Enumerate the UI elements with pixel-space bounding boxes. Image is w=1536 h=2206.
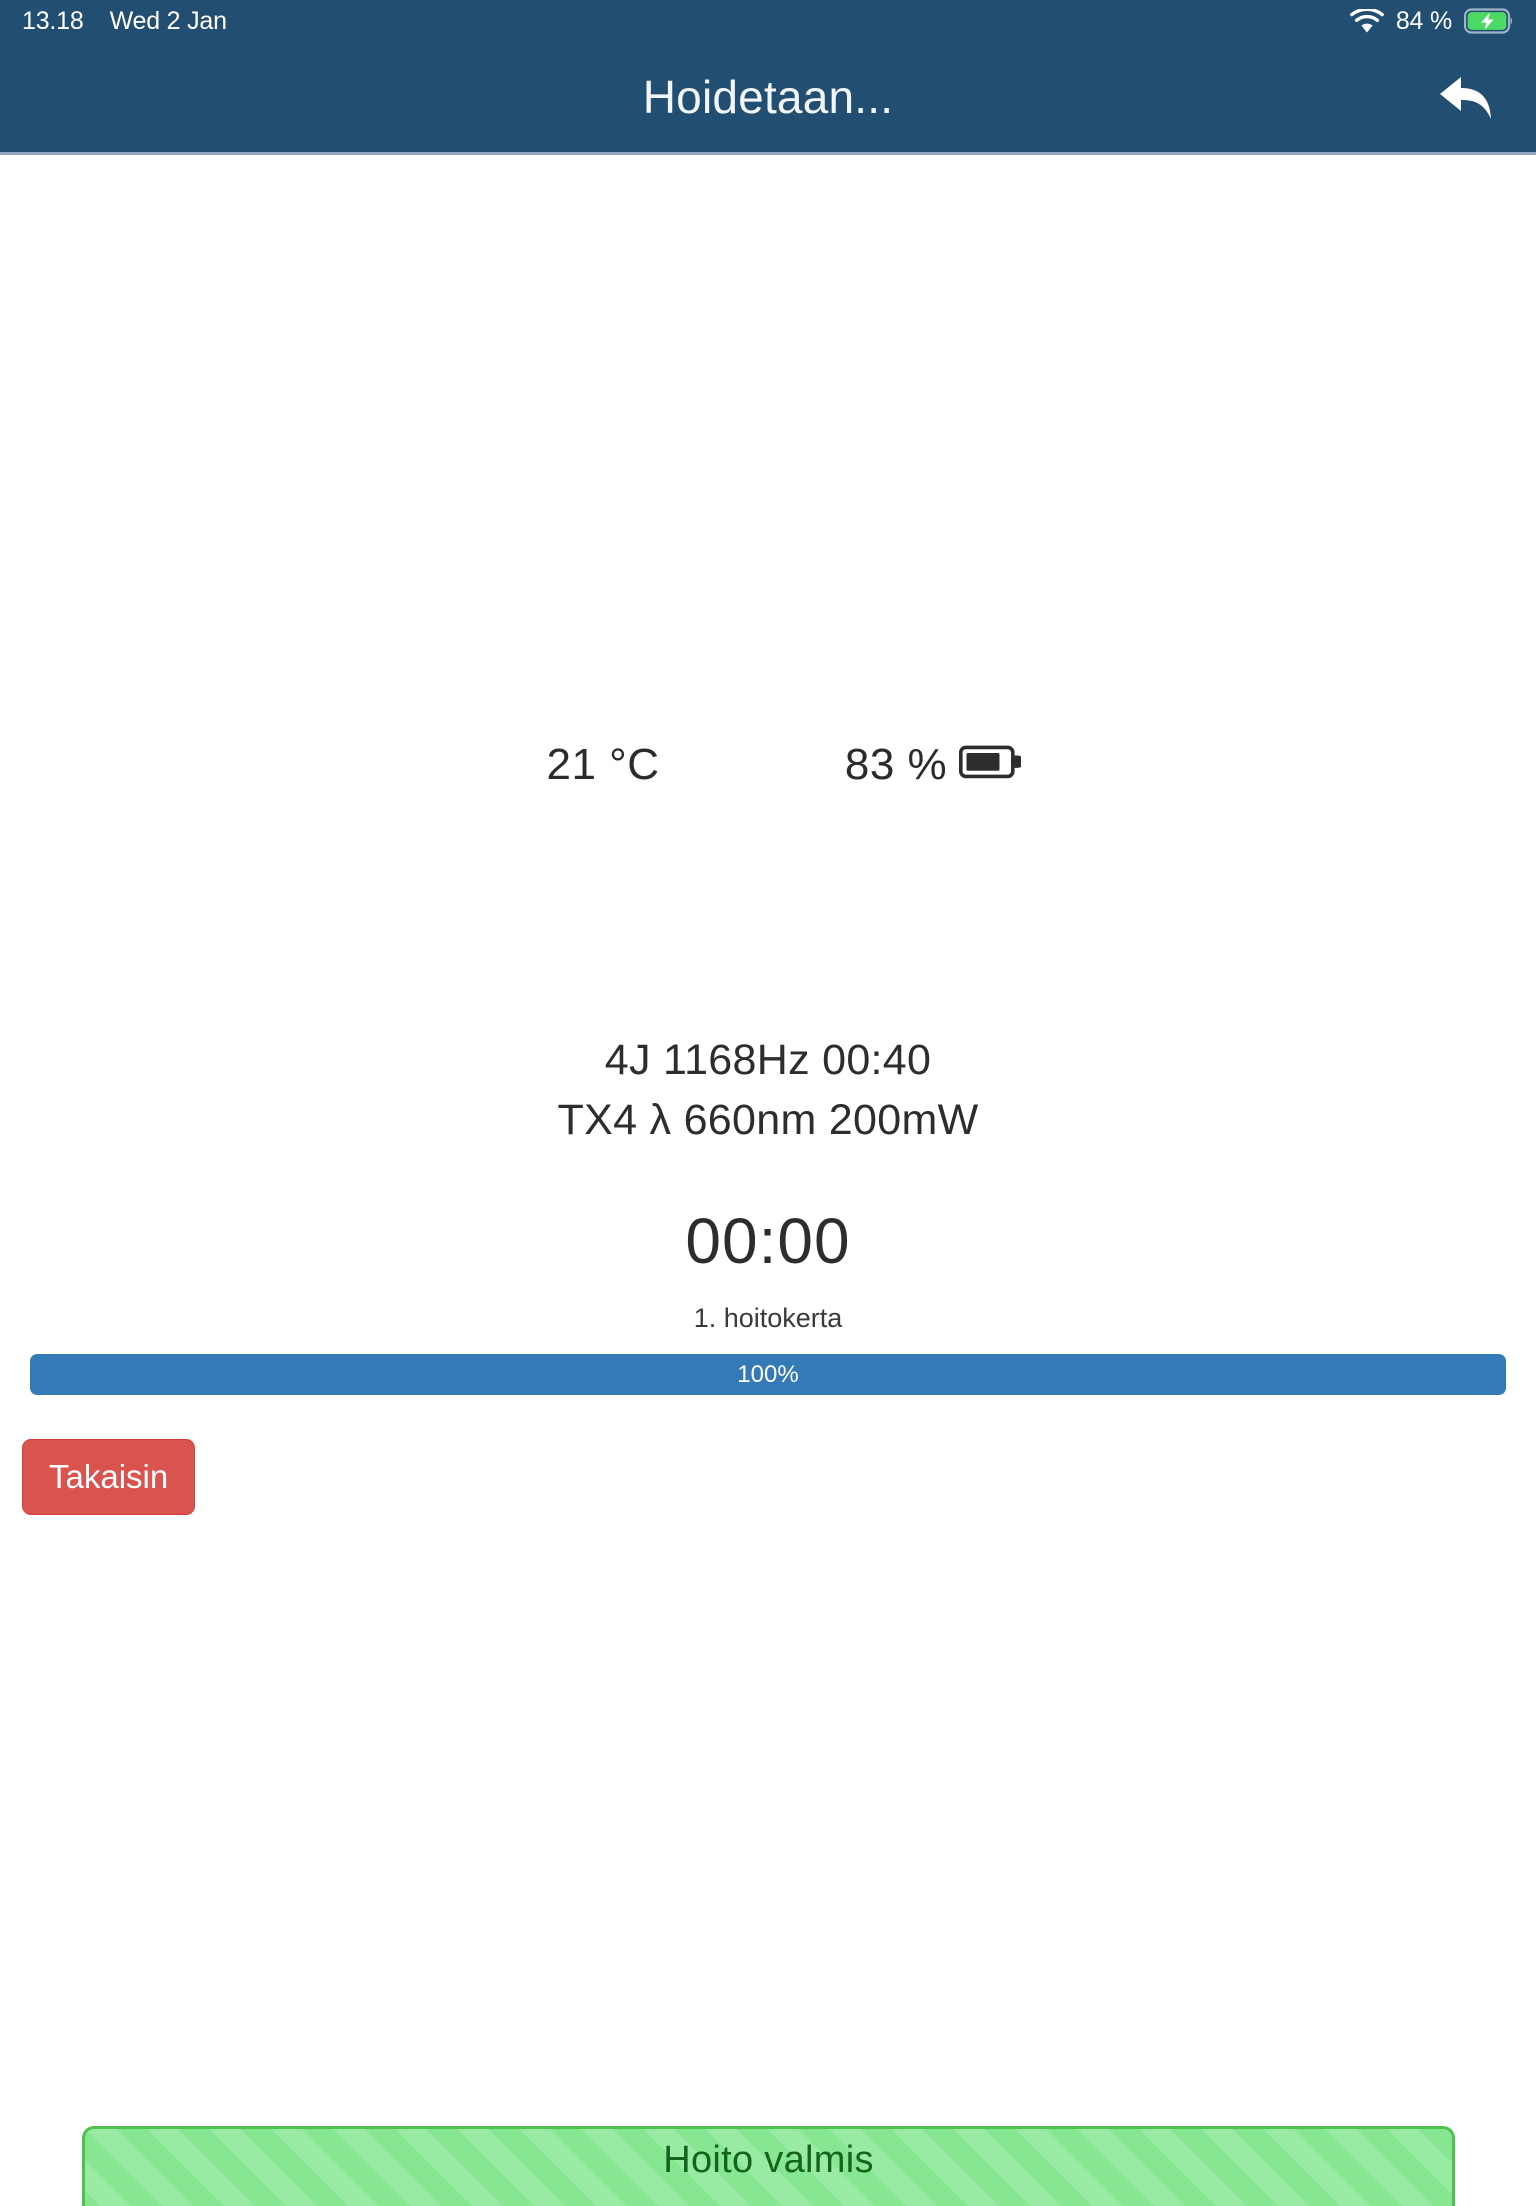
takaisin-button-label: Takaisin — [49, 1458, 169, 1495]
treatment-param-line-2: TX4 λ 660nm 200mW — [557, 1096, 979, 1144]
temperature-readout: 21 °C — [546, 740, 660, 789]
wifi-icon — [1349, 8, 1384, 34]
back-arrow-icon[interactable] — [1426, 61, 1510, 133]
device-battery-readout: 83 % — [768, 740, 1098, 790]
treatment-complete-alert-text: Hoito valmis — [663, 2139, 874, 2181]
progress-bar-label: 100% — [737, 1360, 799, 1388]
status-bar-date: Wed 2 Jan — [109, 6, 227, 35]
readouts-row: 21 °C 83 % — [0, 740, 1536, 790]
treatment-progress-bar: 100% — [30, 1354, 1506, 1395]
status-bar-time: 13.18 — [22, 6, 84, 35]
treatment-timer: 00:00 — [685, 1205, 851, 1277]
treatment-parameters: 4J 1168Hz 00:40 TX4 λ 660nm 200mW — [0, 1030, 1536, 1150]
device-battery-percent: 83 % — [844, 740, 948, 789]
main-content: 21 °C 83 % 4J 1168Hz 00:40 TX4 λ 660nm 2… — [0, 158, 1536, 2206]
battery-charging-icon — [1464, 8, 1514, 34]
status-bar-right: 84 % — [1349, 6, 1514, 36]
treatment-param-line-1: 4J 1168Hz 00:40 — [604, 1036, 932, 1084]
page-title: Hoidetaan... — [642, 71, 894, 123]
treatment-complete-alert: Hoito valmis — [82, 2126, 1455, 2206]
navigation-bar: Hoidetaan... — [0, 42, 1536, 155]
status-bar-battery-percent: 84 % — [1395, 6, 1452, 35]
battery-icon — [959, 740, 1024, 790]
status-bar-left: 13.18 Wed 2 Jan — [22, 7, 227, 36]
session-counter-label: 1. hoitokerta — [693, 1303, 843, 1333]
status-bar: 13.18 Wed 2 Jan 84 % — [0, 0, 1536, 42]
progress-bar-fill: 100% — [30, 1354, 1506, 1395]
takaisin-button[interactable]: Takaisin — [22, 1439, 196, 1515]
